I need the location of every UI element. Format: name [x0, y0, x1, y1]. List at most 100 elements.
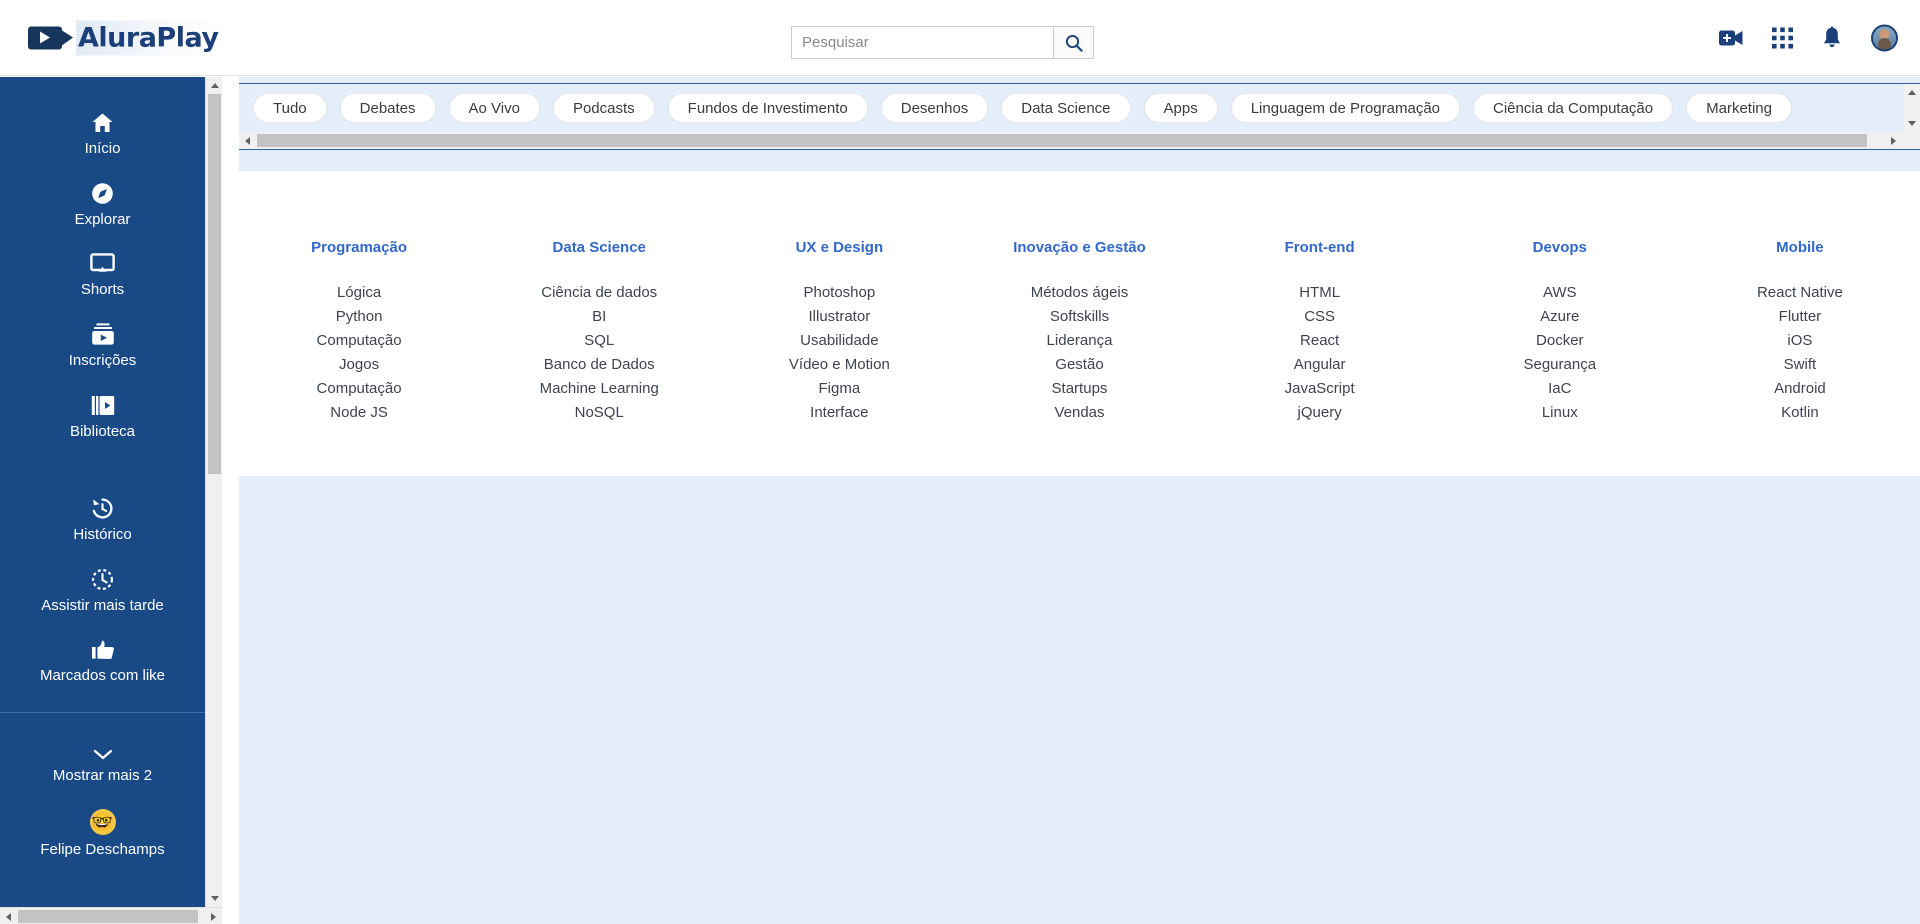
sidebar-horizontal-scrollbar[interactable] [0, 907, 222, 924]
sidebar-item-inicio[interactable]: Início [0, 99, 205, 169]
category-link[interactable]: Vendas [1054, 401, 1104, 425]
user-avatar[interactable] [1871, 24, 1898, 51]
sidebar-vertical-scrollbar[interactable] [205, 77, 222, 907]
category-link[interactable]: HTML [1299, 281, 1340, 305]
chip-podcasts[interactable]: Podcasts [552, 93, 655, 123]
category-chips-viewport[interactable]: Tudo Debates Ao Vivo Podcasts Fundos de … [239, 84, 1885, 132]
sidebar-scroll-down-button[interactable] [206, 890, 222, 907]
thumbs-up-icon [91, 640, 114, 660]
category-link[interactable]: Kotlin [1781, 401, 1819, 425]
chips-scroll-left-button[interactable] [239, 132, 256, 149]
chip-desenhos[interactable]: Desenhos [880, 93, 989, 123]
category-link[interactable]: Banco de Dados [544, 353, 655, 377]
sidebar-show-more-button[interactable]: Mostrar mais 2 [0, 735, 205, 796]
category-link[interactable]: Computação [317, 377, 402, 401]
sidebar-item-inscricoes[interactable]: Inscrições [0, 310, 205, 381]
category-link[interactable]: Softskills [1050, 305, 1109, 329]
category-link[interactable]: Vídeo e Motion [789, 353, 890, 377]
search-input[interactable] [791, 26, 1053, 59]
category-title[interactable]: Inovação e Gestão [1013, 239, 1146, 256]
category-link[interactable]: Swift [1784, 353, 1817, 377]
top-header-bar: AluraPlay [0, 0, 1920, 76]
category-link[interactable]: Android [1774, 377, 1826, 401]
chips-horizontal-scroll-thumb[interactable] [257, 134, 1867, 147]
category-title[interactable]: UX e Design [796, 239, 884, 256]
category-title[interactable]: Programação [311, 239, 407, 256]
category-link[interactable]: Azure [1540, 305, 1579, 329]
category-link[interactable]: JavaScript [1285, 377, 1355, 401]
sidebar-scroll-left-button[interactable] [0, 908, 17, 924]
category-link[interactable]: iOS [1787, 329, 1812, 353]
chips-scroll-up-button[interactable] [1903, 84, 1920, 101]
category-link[interactable]: CSS [1304, 305, 1335, 329]
chip-data-science[interactable]: Data Science [1001, 93, 1131, 123]
category-link[interactable]: Node JS [330, 401, 388, 425]
category-link[interactable]: IaC [1548, 377, 1571, 401]
category-link[interactable]: Linux [1542, 401, 1578, 425]
chips-vertical-scrollbar[interactable] [1903, 84, 1920, 132]
sidebar-content: Início Explorar Shorts Inscrições Biblio… [0, 77, 205, 907]
category-link[interactable]: Figma [819, 377, 861, 401]
sidebar-vertical-scroll-thumb[interactable] [208, 94, 221, 474]
category-link[interactable]: Ciência de dados [541, 281, 657, 305]
category-link[interactable]: Usabilidade [800, 329, 878, 353]
category-link[interactable]: Jogos [339, 353, 379, 377]
chips-scroll-right-button[interactable] [1885, 132, 1902, 149]
brand-logo[interactable]: AluraPlay [28, 20, 225, 55]
category-link[interactable]: React Native [1757, 281, 1843, 305]
chips-scroll-down-button[interactable] [1903, 115, 1920, 132]
chip-fundos-de-investimento[interactable]: Fundos de Investimento [667, 93, 868, 123]
category-link[interactable]: Illustrator [809, 305, 871, 329]
chip-ao-vivo[interactable]: Ao Vivo [448, 93, 540, 123]
category-link[interactable]: Angular [1294, 353, 1346, 377]
category-link[interactable]: Python [336, 305, 383, 329]
search-button[interactable] [1053, 26, 1094, 59]
create-video-icon[interactable] [1719, 28, 1743, 47]
chip-linguagem-de-programacao[interactable]: Linguagem de Programação [1230, 93, 1461, 123]
sidebar-item-biblioteca[interactable]: Biblioteca [0, 381, 205, 452]
category-link[interactable]: Photoshop [803, 281, 875, 305]
category-title[interactable]: Front-end [1285, 239, 1355, 256]
category-link[interactable]: Machine Learning [540, 377, 659, 401]
sidebar-item-label: Assistir mais tarde [41, 597, 164, 614]
watch-later-icon [92, 569, 113, 590]
sidebar-item-profile[interactable]: 🤓 Felipe Deschamps [0, 796, 205, 870]
sidebar-item-shorts[interactable]: Shorts [0, 240, 205, 310]
category-column-ux-e-design: UX e Design Photoshop Illustrator Usabil… [719, 239, 959, 425]
sidebar-item-marcados-com-like[interactable]: Marcados com like [0, 626, 205, 696]
category-link[interactable]: Segurança [1523, 353, 1596, 377]
category-link[interactable]: Liderança [1047, 329, 1113, 353]
sidebar-item-historico[interactable]: Histórico [0, 484, 205, 555]
chip-ciencia-da-computacao[interactable]: Ciência da Computação [1473, 93, 1674, 123]
chip-tudo[interactable]: Tudo [253, 93, 327, 123]
sidebar-item-assistir-mais-tarde[interactable]: Assistir mais tarde [0, 555, 205, 626]
category-title[interactable]: Devops [1533, 239, 1587, 256]
category-link[interactable]: jQuery [1298, 401, 1342, 425]
category-link[interactable]: Lógica [337, 281, 381, 305]
category-link[interactable]: Gestão [1055, 353, 1103, 377]
chip-marketing[interactable]: Marketing [1686, 93, 1792, 123]
chip-debates[interactable]: Debates [339, 93, 436, 123]
apps-grid-icon[interactable] [1772, 27, 1793, 48]
chips-horizontal-scrollbar[interactable] [239, 132, 1920, 149]
sidebar-horizontal-scroll-thumb[interactable] [18, 910, 198, 923]
sidebar-item-explorar[interactable]: Explorar [0, 169, 205, 240]
category-link[interactable]: Métodos ágeis [1031, 281, 1129, 305]
category-link[interactable]: Startups [1052, 377, 1108, 401]
category-link[interactable]: BI [592, 305, 606, 329]
category-link[interactable]: Flutter [1779, 305, 1822, 329]
category-link[interactable]: NoSQL [575, 401, 624, 425]
category-title[interactable]: Data Science [553, 239, 646, 256]
category-link[interactable]: Interface [810, 401, 868, 425]
category-link[interactable]: React [1300, 329, 1339, 353]
category-link[interactable]: Docker [1536, 329, 1584, 353]
category-link[interactable]: Computação [317, 329, 402, 353]
category-link[interactable]: SQL [584, 329, 614, 353]
notifications-bell-icon[interactable] [1822, 26, 1842, 49]
category-link[interactable]: AWS [1543, 281, 1577, 305]
category-title[interactable]: Mobile [1776, 239, 1824, 256]
sidebar-scroll-up-button[interactable] [206, 77, 222, 94]
left-sidebar: Início Explorar Shorts Inscrições Biblio… [0, 77, 222, 924]
chip-apps[interactable]: Apps [1143, 93, 1218, 123]
sidebar-scroll-right-button[interactable] [205, 908, 222, 924]
